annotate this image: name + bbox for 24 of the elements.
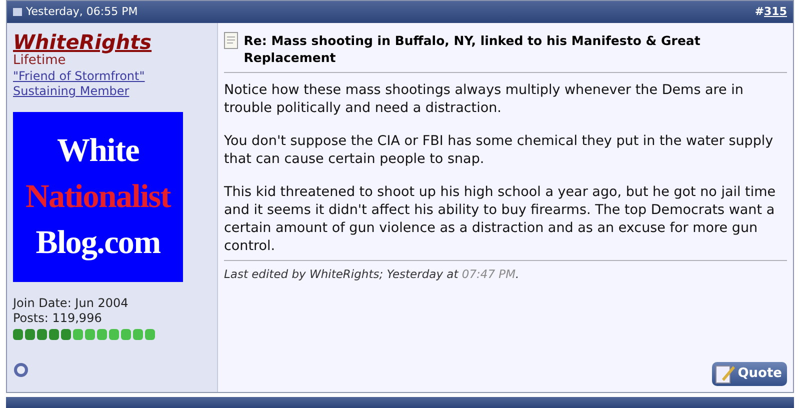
member-badge-link[interactable]: Sustaining Member — [13, 84, 130, 99]
user-title: Lifetime — [13, 53, 66, 69]
post-paragraph: Notice how these mass shootings always multiply whenever the Dems are in trouble politically and need a distraction. — [224, 81, 744, 117]
note-pencil-icon — [714, 363, 736, 385]
offline-status-icon — [13, 362, 29, 378]
post-title: Re: Mass shooting in Buffalo, NY, linked to his Manifesto & Great Replacement — [244, 32, 702, 66]
edit-time: 07:47 PM — [462, 267, 516, 281]
avatar-text: Blog.com — [36, 224, 160, 263]
avatar-text: Nationalist — [26, 178, 170, 217]
post-number-prefix: # — [754, 4, 764, 18]
post-date: Yesterday, 06:55 PM — [26, 4, 138, 20]
post-status-icon — [13, 8, 22, 16]
post-paragraph: You don't suppose the CIA or FBI has some chemical they put in the water supply that can cause certain people to snap. — [224, 132, 774, 168]
document-icon — [224, 32, 238, 49]
avatar-text: White — [56, 132, 140, 171]
join-date: Join Date: Jun 2004 — [13, 296, 130, 311]
post-paragraph: This kid threatened to shoot up his high school a year ago, but he got no jail time and it seems it didn't affect his ability to buy firearms. The top Democrats want a certain amount of gun violence as a distraction and as an excuse for more gun control. — [224, 183, 777, 255]
member-badge-link[interactable]: "Friend of Stormfront" — [13, 69, 145, 84]
username-link[interactable]: WhiteRights — [13, 31, 152, 53]
edit-note: Last edited by WhiteRights; Yesterday at — [224, 267, 458, 281]
edit-note-end: . — [516, 267, 520, 281]
quote-button[interactable]: Quote — [712, 362, 787, 386]
post-number-link[interactable]: 315 — [764, 4, 787, 18]
post-count: Posts: 119,996 — [13, 311, 103, 326]
